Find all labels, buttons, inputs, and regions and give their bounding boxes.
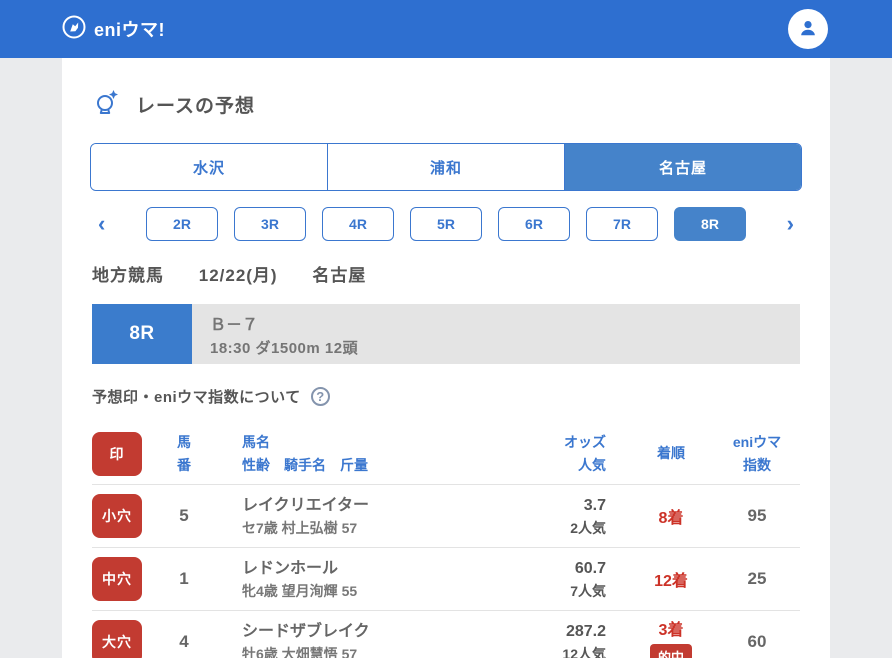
- odds-value: 3.7: [583, 497, 606, 514]
- horse-logo-icon: [62, 15, 86, 44]
- header-odds: オッズ 人気: [564, 434, 606, 473]
- odds-value: 60.7: [574, 560, 606, 577]
- odds-cell: 3.7 2人気: [518, 494, 628, 538]
- odds-cell: 60.7 7人気: [518, 557, 628, 601]
- header-result: 着順: [657, 445, 685, 462]
- horse-detail: セ7歳 村上弘樹 57: [242, 520, 358, 537]
- table-row[interactable]: 小穴 5 レイクリエイター セ7歳 村上弘樹 57 3.7 2人気 8着 95: [92, 485, 800, 548]
- mark-badge: 中穴: [92, 557, 142, 601]
- race-button-4r[interactable]: 4R: [322, 207, 394, 241]
- race-button-3r[interactable]: 3R: [234, 207, 306, 241]
- race-button-2r[interactable]: 2R: [146, 207, 218, 241]
- app-header: eniウマ!: [0, 0, 892, 58]
- eniuma-index: 60: [747, 632, 767, 651]
- about-line: 予想印・eniウマ指数について ?: [92, 386, 800, 407]
- horse-name: レドンホール: [242, 559, 339, 577]
- finish-position: 8着: [658, 510, 684, 527]
- race-meta: 地方競馬 12/22(月) 名古屋: [92, 261, 800, 286]
- horse-name: レイクリエイター: [242, 496, 370, 514]
- about-label: 予想印・eniウマ指数について: [92, 389, 301, 406]
- race-button-6r[interactable]: 6R: [498, 207, 570, 241]
- horse-detail: 牝4歳 望月洵輝 55: [242, 583, 358, 600]
- tab-mizusawa[interactable]: 水沢: [91, 144, 327, 190]
- person-icon: [796, 16, 820, 43]
- header-mark-badge: 印: [92, 431, 142, 476]
- table-header-row: 印 馬 番 馬名 性齢 騎手名 斤量 オッズ 人気 着順 eniウマ 指数: [92, 423, 800, 485]
- horse-number: 5: [179, 506, 189, 525]
- main-card: レースの予想 水沢 浦和 名古屋 ‹ 2R 3R 4R 5R 6R 7R 8R …: [62, 58, 830, 658]
- horse-cell: レイクリエイター セ7歳 村上弘樹 57: [226, 494, 518, 539]
- race-info-body: Ｂ－７ 18:30 ダ1500m 12頭: [192, 304, 800, 364]
- header-number: 馬 番: [177, 434, 191, 473]
- race-date: 12/22(月): [198, 266, 278, 285]
- horse-detail: 牡6歳 大畑慧悟 57: [242, 646, 358, 658]
- mark-badge: 大穴: [92, 620, 142, 658]
- help-icon[interactable]: ?: [310, 387, 330, 406]
- race-venue: 名古屋: [312, 266, 367, 285]
- app-logo[interactable]: eniウマ!: [62, 15, 165, 44]
- race-button-group: 2R 3R 4R 5R 6R 7R 8R: [146, 207, 746, 241]
- chevron-left-icon[interactable]: ‹: [92, 213, 111, 235]
- odds-value: 287.2: [565, 623, 606, 640]
- race-button-7r[interactable]: 7R: [586, 207, 658, 241]
- race-conditions: 18:30 ダ1500m 12頭: [210, 339, 359, 357]
- mark-badge: 小穴: [92, 494, 142, 538]
- popularity: 7人気: [570, 583, 606, 599]
- race-class: Ｂ－７: [210, 316, 259, 334]
- race-info-banner: 8R Ｂ－７ 18:30 ダ1500m 12頭: [92, 304, 800, 364]
- header-index: eniウマ 指数: [732, 434, 782, 473]
- odds-cell: 287.2 12人気: [518, 620, 628, 658]
- finish-position: 3着: [658, 621, 684, 639]
- race-category: 地方競馬: [92, 266, 164, 285]
- prediction-table: 印 馬 番 馬名 性齢 騎手名 斤量 オッズ 人気 着順 eniウマ 指数 小穴…: [92, 423, 800, 658]
- race-button-5r[interactable]: 5R: [410, 207, 482, 241]
- crystal-ball-icon: [92, 88, 120, 121]
- eniuma-index: 25: [747, 569, 767, 588]
- app-logo-text: eniウマ!: [94, 20, 166, 40]
- result-cell: 3着 的中: [628, 616, 714, 658]
- table-row[interactable]: 中穴 1 レドンホール 牝4歳 望月洵輝 55 60.7 7人気 12着 25: [92, 548, 800, 611]
- popularity: 2人気: [570, 520, 606, 536]
- race-nav: ‹ 2R 3R 4R 5R 6R 7R 8R ›: [92, 207, 800, 241]
- account-button[interactable]: [788, 9, 828, 49]
- horse-number: 4: [179, 632, 189, 651]
- chevron-right-icon[interactable]: ›: [781, 213, 800, 235]
- tab-urawa[interactable]: 浦和: [327, 144, 564, 190]
- tab-nagoya[interactable]: 名古屋: [564, 144, 801, 190]
- page-heading: レースの予想: [92, 88, 802, 121]
- race-button-8r[interactable]: 8R: [674, 207, 746, 241]
- hit-badge: 的中: [649, 643, 692, 658]
- horse-cell: レドンホール 牝4歳 望月洵輝 55: [226, 557, 518, 602]
- horse-name: シードザブレイク: [242, 622, 370, 640]
- venue-tab-bar: 水沢 浦和 名古屋: [90, 143, 802, 191]
- eniuma-index: 95: [747, 506, 767, 525]
- popularity: 12人気: [562, 646, 606, 658]
- page-title: レースの予想: [136, 96, 256, 117]
- race-number-label: 8R: [92, 304, 192, 364]
- table-row[interactable]: 大穴 4 シードザブレイク 牡6歳 大畑慧悟 57 287.2 12人気 3着 …: [92, 611, 800, 658]
- horse-number: 1: [179, 569, 189, 588]
- finish-position: 12着: [654, 573, 688, 590]
- horse-cell: シードザブレイク 牡6歳 大畑慧悟 57: [226, 620, 518, 658]
- header-horse: 馬名 性齢 騎手名 斤量: [242, 434, 368, 473]
